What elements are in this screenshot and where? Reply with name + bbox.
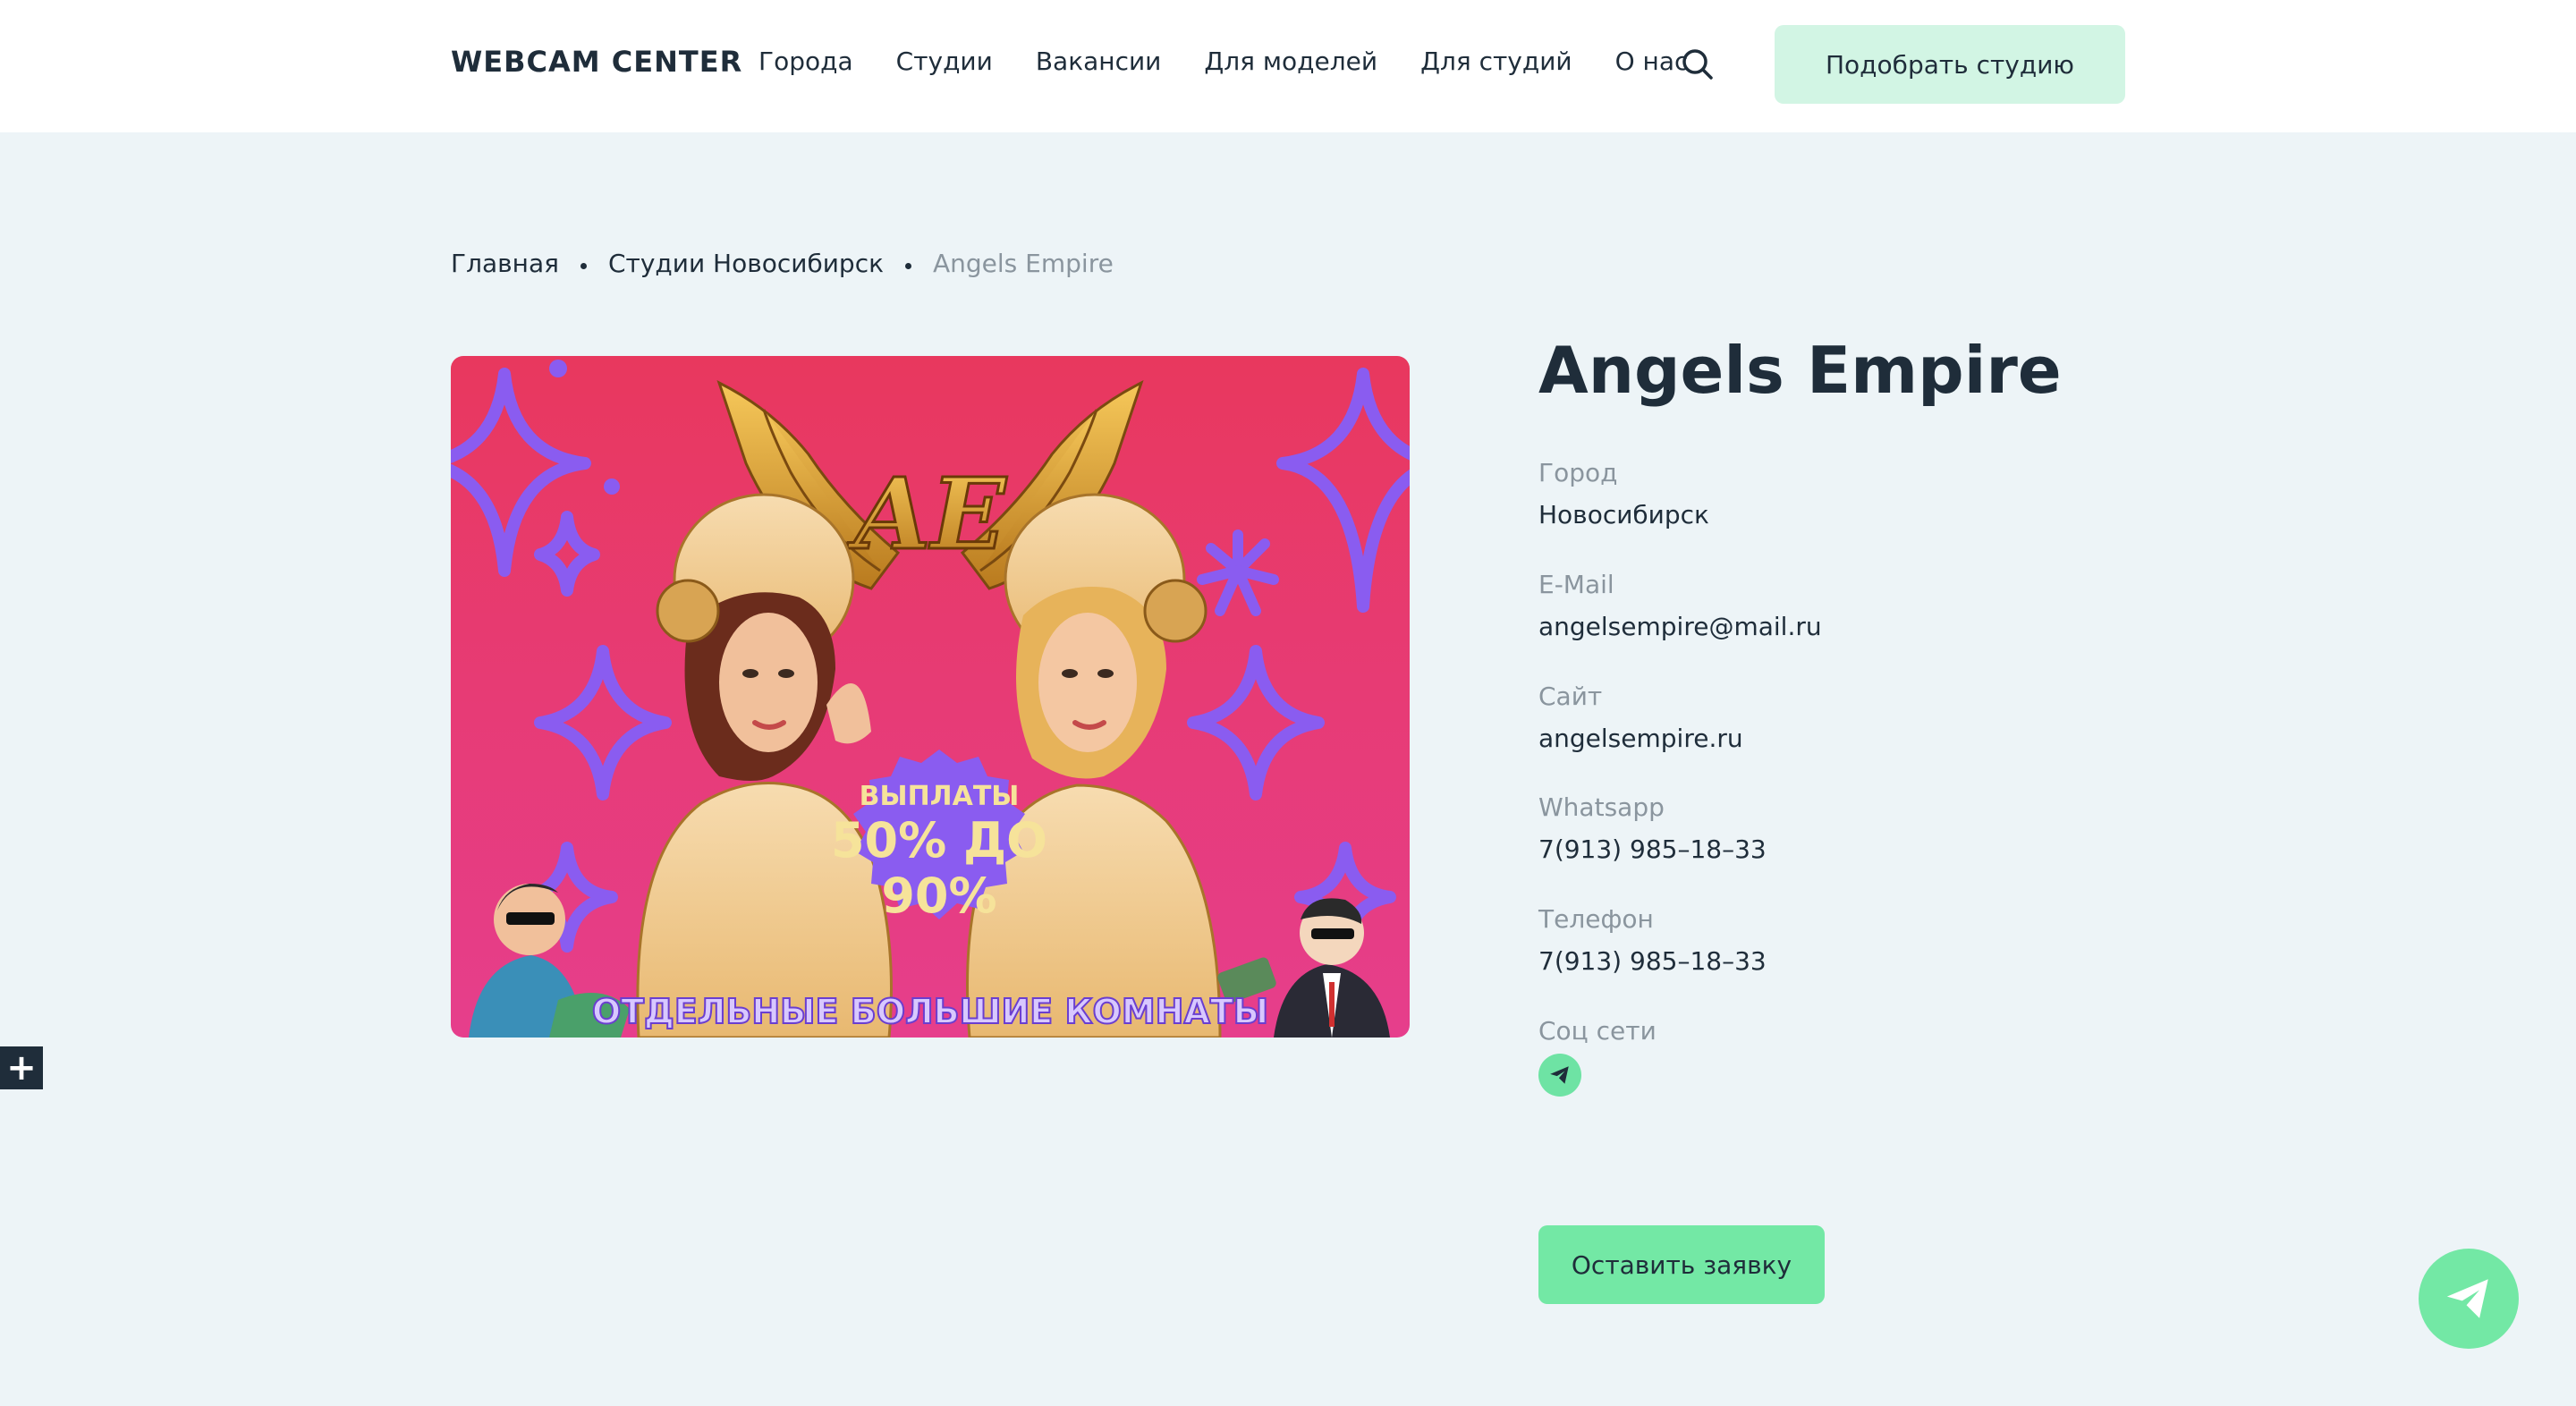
whatsapp-label: Whatsapp xyxy=(1538,792,1665,822)
plus-icon[interactable]: + xyxy=(0,1046,43,1089)
phone-value[interactable]: 7(913) 985–18–33 xyxy=(1538,946,1767,976)
monogram-text: AE xyxy=(846,456,1007,572)
phone-label: Телефон xyxy=(1538,904,1654,934)
page-title: Angels Empire xyxy=(1538,333,2062,408)
breadcrumb-separator xyxy=(580,263,587,269)
nav-item-for-models[interactable]: Для моделей xyxy=(1204,47,1377,76)
nav-item-cities[interactable]: Города xyxy=(758,47,853,76)
telegram-icon[interactable] xyxy=(1538,1054,1581,1097)
main-nav: Города Студии Вакансии Для моделей Для с… xyxy=(758,47,1731,76)
apply-button[interactable]: Оставить заявку xyxy=(1538,1225,1825,1304)
floating-telegram-icon[interactable] xyxy=(2419,1249,2519,1349)
site-header: WEBCAM CENTER Города Студии Вакансии Для… xyxy=(0,0,2576,132)
email-field: E-Mail angelsempire@mail.ru xyxy=(1538,570,1822,641)
site-value[interactable]: angelsempire.ru xyxy=(1538,724,1743,753)
phone-field: Телефон 7(913) 985–18–33 xyxy=(1538,904,1767,976)
social-field: Соц сети xyxy=(1538,1016,1657,1058)
breadcrumb-home[interactable]: Главная xyxy=(451,249,559,278)
studio-image: AE ВЫПЛАТЫ 50% ДО 90% ОТДЕЛЬНЫЕ БОЛЬШИЕ … xyxy=(451,356,1410,1038)
site-label: Сайт xyxy=(1538,682,1603,711)
breadcrumb-current: Angels Empire xyxy=(933,249,1114,278)
site-field: Сайт angelsempire.ru xyxy=(1538,682,1743,753)
whatsapp-field: Whatsapp 7(913) 985–18–33 xyxy=(1538,792,1767,864)
city-field: Город Новосибирск xyxy=(1538,458,1709,529)
email-value[interactable]: angelsempire@mail.ru xyxy=(1538,612,1822,641)
whatsapp-value[interactable]: 7(913) 985–18–33 xyxy=(1538,834,1767,864)
breadcrumb-separator xyxy=(905,263,911,269)
search-icon[interactable] xyxy=(1678,45,1717,84)
banner-text: ОТДЕЛЬНЫЕ БОЛЬШИЕ КОМНАТЫ xyxy=(592,992,1268,1031)
nav-item-studios[interactable]: Студии xyxy=(896,47,993,76)
nav-item-vacancies[interactable]: Вакансии xyxy=(1036,47,1162,76)
social-label: Соц сети xyxy=(1538,1016,1657,1046)
breadcrumb-studios-city[interactable]: Студии Новосибирск xyxy=(608,249,884,278)
breadcrumb: Главная Студии Новосибирск Angels Empire xyxy=(451,249,1114,278)
find-studio-button[interactable]: Подобрать студию xyxy=(1775,25,2125,104)
city-value: Новосибирск xyxy=(1538,500,1709,529)
nav-item-for-studios[interactable]: Для студий xyxy=(1420,47,1572,76)
badge-line2-text: 90% xyxy=(881,868,996,924)
badge-top-text: ВЫПЛАТЫ xyxy=(860,781,1020,812)
badge-line1-text: 50% ДО xyxy=(831,812,1047,868)
city-label: Город xyxy=(1538,458,1618,487)
site-logo[interactable]: WEBCAM CENTER xyxy=(451,45,742,79)
email-label: E-Mail xyxy=(1538,570,1614,599)
